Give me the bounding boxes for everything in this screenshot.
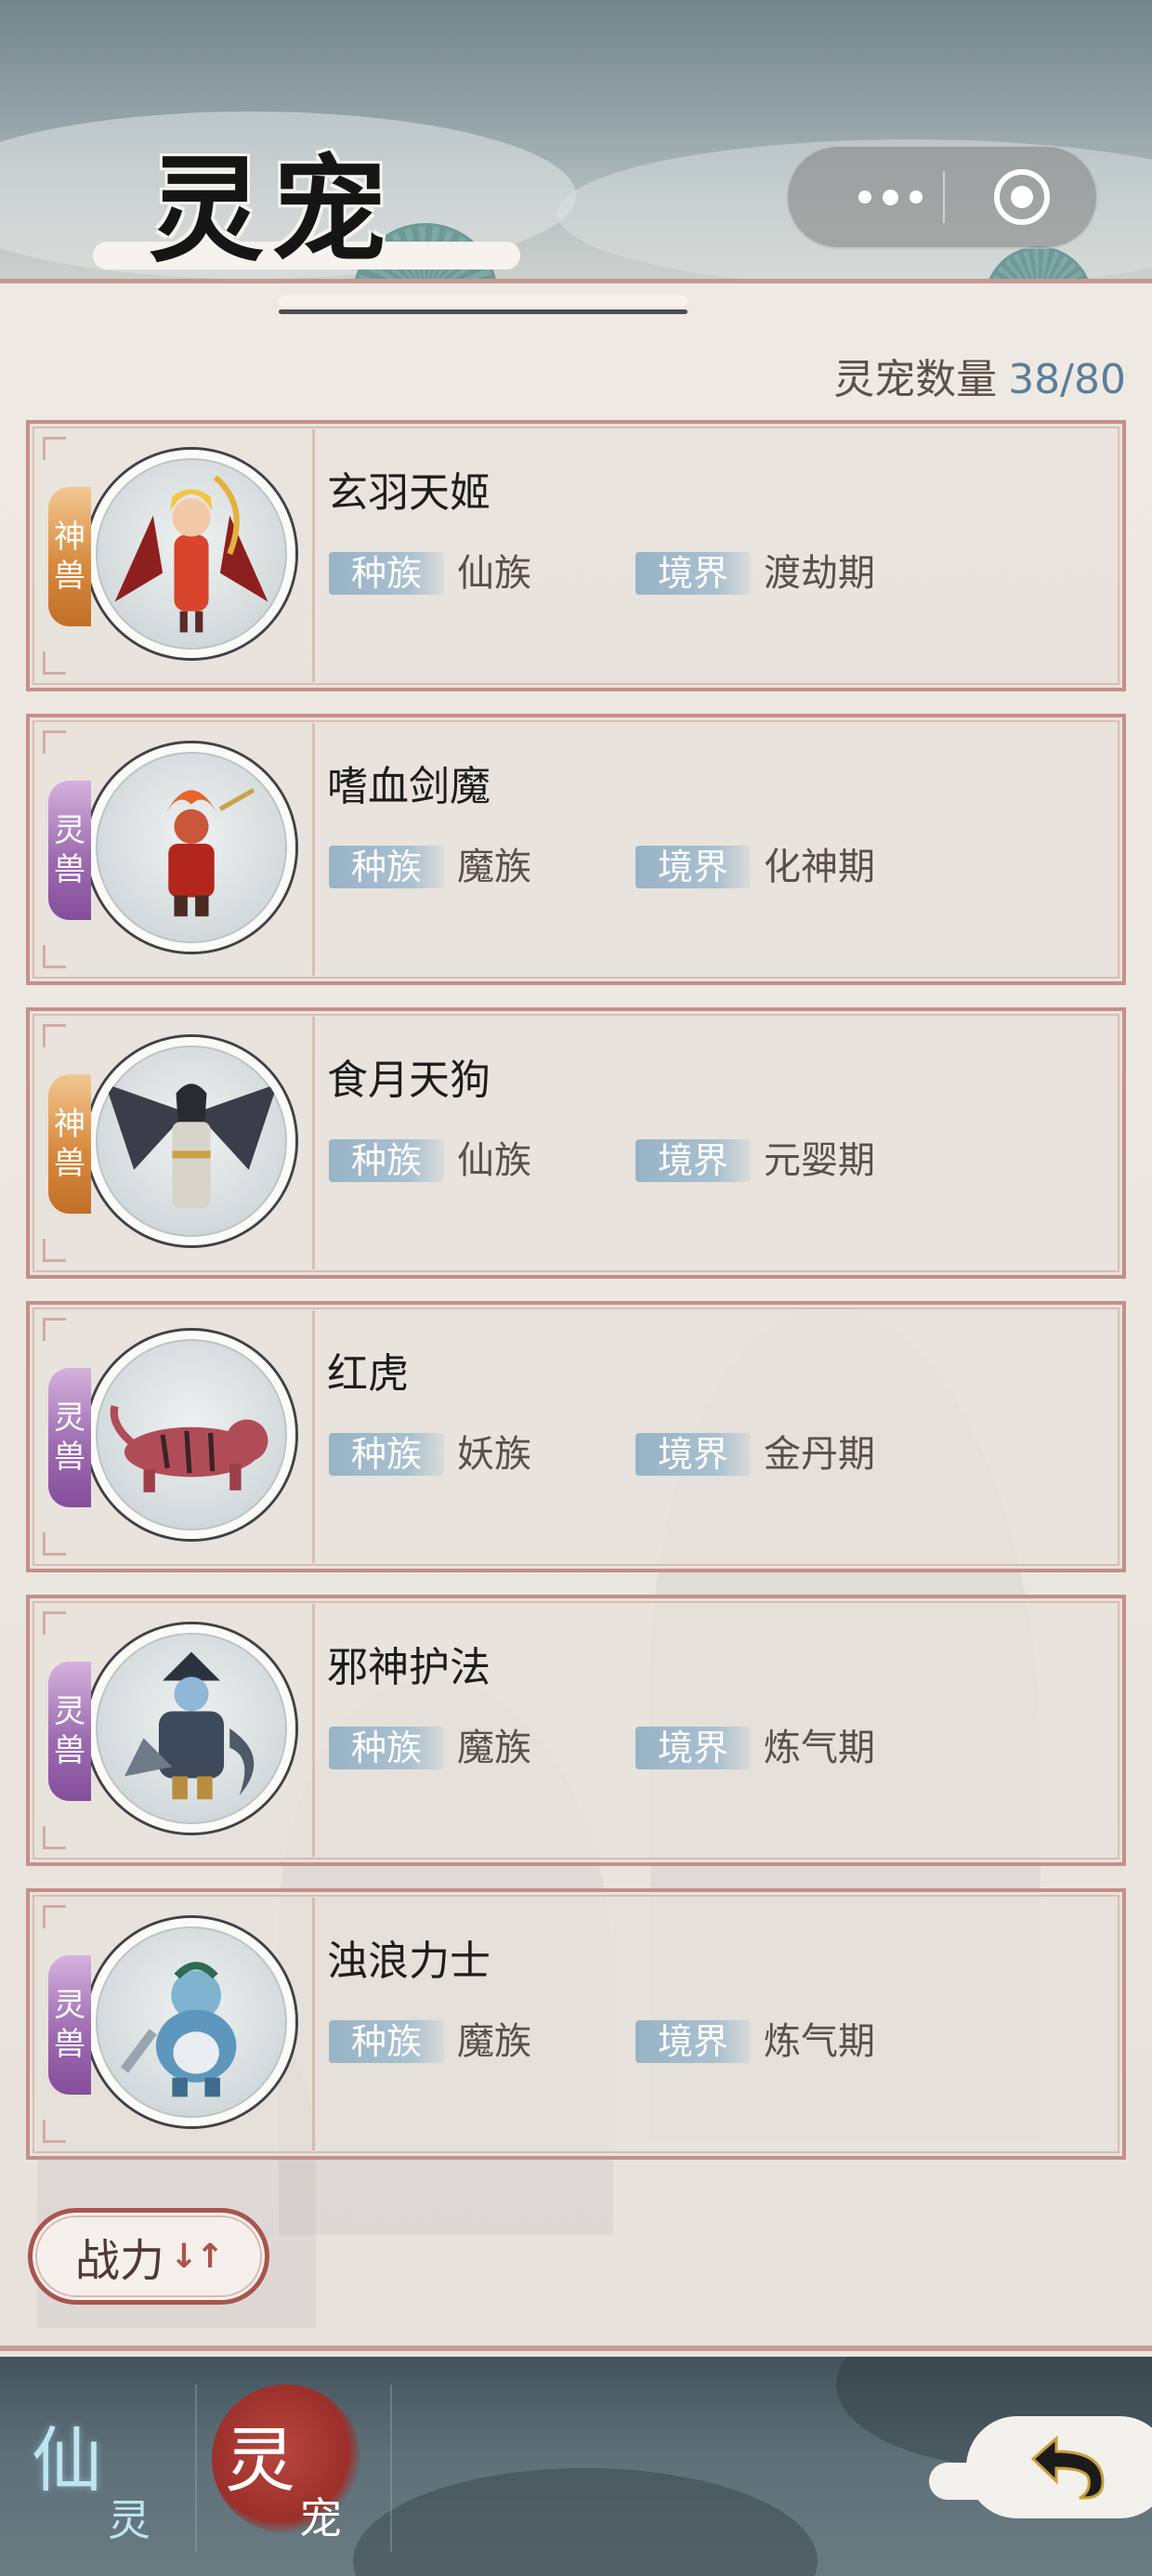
- pet-race: 妖族: [457, 1433, 531, 1476]
- pet-rank-tag: 灵兽: [48, 1662, 91, 1801]
- back-button[interactable]: [929, 2407, 1152, 2528]
- pet-rank-tag: 灵兽: [48, 781, 91, 920]
- target-circle-icon[interactable]: [994, 169, 1050, 225]
- pet-realm: 金丹期: [764, 1433, 875, 1476]
- pet-race: 魔族: [457, 846, 531, 888]
- pet-avatar: [87, 1918, 295, 2126]
- pet-avatar: [87, 1624, 295, 1833]
- title-brush-stroke: [279, 309, 687, 314]
- pet-realm: 渡劫期: [764, 552, 875, 595]
- pet-name: 玄羽天姬: [327, 469, 491, 517]
- realm-label-chip: 境界: [635, 552, 751, 595]
- capsule-divider: [943, 171, 945, 223]
- frame-corner: [43, 2120, 66, 2143]
- pet-realm: 炼气期: [764, 1727, 875, 1769]
- pet-realm: 元婴期: [764, 1139, 875, 1182]
- pet-race: 仙族: [457, 1139, 531, 1182]
- pet-avatar: [87, 1037, 295, 1245]
- pet-avatar: [87, 450, 295, 658]
- back-arrow-icon: [1030, 2435, 1105, 2500]
- tab-xian-ling[interactable]: 仙 灵: [32, 2375, 190, 2561]
- pet-card[interactable]: 灵兽 邪神护法 种族 魔族 境界 炼气期: [26, 1595, 1126, 1866]
- pet-race: 魔族: [457, 2020, 531, 2063]
- pet-count-label: 灵宠数量: [833, 356, 998, 403]
- pet-race: 仙族: [457, 552, 531, 595]
- pet-name: 嗜血剑魔: [327, 763, 491, 810]
- tab-ling-chong[interactable]: 灵 宠: [212, 2375, 399, 2561]
- frame-corner: [43, 1239, 66, 1262]
- tab-main-char: 仙: [32, 2419, 102, 2502]
- sort-by-power-button[interactable]: 战力 ↓↑: [28, 2208, 269, 2305]
- title-brush-stroke: [279, 296, 687, 307]
- pet-name: 邪神护法: [327, 1644, 491, 1691]
- race-label-chip: 种族: [329, 552, 444, 595]
- realm-label-chip: 境界: [635, 2020, 751, 2063]
- pet-count-value: 38/80: [1008, 356, 1126, 403]
- pet-card[interactable]: 神兽 玄羽天姬 种族 仙族 境界 渡劫期: [26, 420, 1126, 691]
- frame-corner: [43, 651, 66, 675]
- pet-name: 浊浪力士: [327, 1938, 491, 1985]
- pet-card[interactable]: 灵兽 浊浪力士 种族 魔族 境界 炼气期: [26, 1888, 1126, 2160]
- pet-avatar: [87, 743, 295, 952]
- sort-label: 战力: [74, 2235, 164, 2287]
- tab-main-char: 灵: [225, 2419, 295, 2502]
- pet-card[interactable]: 神兽 食月天狗 种族 仙族 境界 元婴期: [26, 1007, 1126, 1279]
- pet-count: 灵宠数量 38/80: [833, 346, 1126, 405]
- frame-corner: [43, 1611, 66, 1635]
- pet-rank-tag: 灵兽: [48, 1955, 91, 2095]
- race-label-chip: 种族: [329, 1139, 444, 1182]
- frame-corner: [43, 730, 66, 754]
- page-title: 灵宠: [149, 143, 395, 278]
- tab-sub-char: 宠: [299, 2493, 342, 2543]
- pet-card[interactable]: 灵兽 红虎 种族 妖族 境界 金丹期: [26, 1301, 1126, 1572]
- race-label-chip: 种族: [329, 1433, 444, 1476]
- pet-realm: 化神期: [764, 846, 875, 888]
- ink-wash: [353, 2468, 818, 2576]
- realm-label-chip: 境界: [635, 1727, 751, 1769]
- pet-rank-tag: 神兽: [48, 1074, 91, 1214]
- tab-sub-char: 灵: [108, 2495, 151, 2545]
- pet-name: 红虎: [327, 1350, 409, 1398]
- frame-corner: [43, 1532, 66, 1556]
- frame-corner: [43, 1905, 66, 1928]
- pet-rank-tag: 神兽: [48, 487, 91, 626]
- race-label-chip: 种族: [329, 846, 444, 888]
- frame-corner: [43, 945, 66, 968]
- race-label-chip: 种族: [329, 1727, 444, 1769]
- pet-name: 食月天狗: [327, 1057, 491, 1104]
- realm-label-chip: 境界: [635, 846, 751, 888]
- pet-realm: 炼气期: [764, 2020, 875, 2063]
- mini-program-capsule: [786, 145, 1098, 249]
- pet-avatar: [87, 1331, 295, 1539]
- realm-label-chip: 境界: [635, 1433, 751, 1476]
- realm-label-chip: 境界: [635, 1139, 751, 1182]
- pet-card[interactable]: 灵兽 嗜血剑魔 种族 魔族 境界 化神期: [26, 714, 1126, 985]
- frame-corner: [43, 437, 66, 460]
- race-label-chip: 种族: [329, 2020, 444, 2063]
- frame-corner: [43, 1318, 66, 1341]
- frame-corner: [43, 1826, 66, 1849]
- more-dots-icon[interactable]: [834, 147, 946, 247]
- tab-separator: [390, 2385, 392, 2552]
- pet-race: 魔族: [457, 1727, 531, 1769]
- sort-arrows-icon: ↓↑: [169, 2237, 224, 2276]
- tab-separator: [195, 2385, 197, 2552]
- frame-corner: [43, 1024, 66, 1047]
- pet-rank-tag: 灵兽: [48, 1368, 91, 1507]
